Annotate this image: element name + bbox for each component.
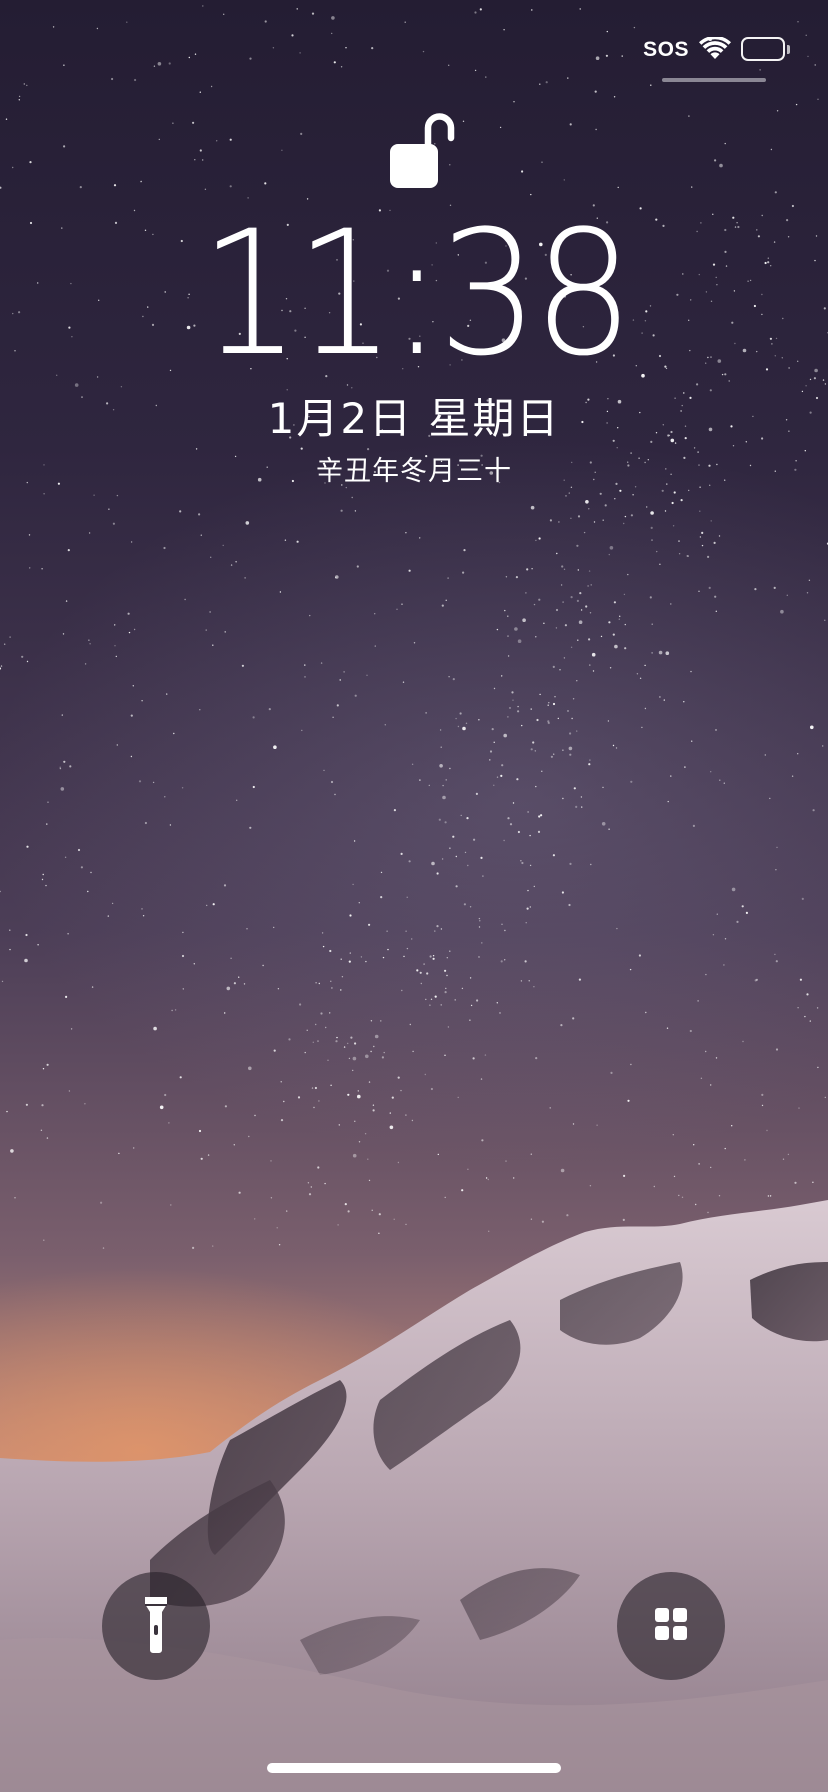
lock-screen: SOS 11:38 1月2日 星期日 辛丑年冬月三十 bbox=[0, 0, 828, 1792]
sos-status-text: SOS bbox=[643, 37, 689, 61]
widgets-button[interactable] bbox=[617, 1572, 725, 1680]
status-bar: SOS bbox=[643, 34, 790, 64]
control-center-indicator[interactable] bbox=[662, 78, 766, 82]
wifi-icon bbox=[699, 37, 731, 61]
battery-icon bbox=[741, 37, 790, 61]
flashlight-button[interactable] bbox=[102, 1572, 210, 1680]
clock-time: 11:38 bbox=[199, 193, 634, 394]
lunar-date-label: 辛丑年冬月三十 bbox=[316, 456, 512, 487]
home-indicator[interactable] bbox=[267, 1763, 561, 1773]
unlocked-padlock-icon bbox=[386, 104, 466, 190]
flashlight-icon bbox=[143, 1595, 169, 1657]
widgets-grid-icon bbox=[654, 1607, 688, 1645]
date-label: 1月2日 星期日 bbox=[267, 394, 561, 443]
